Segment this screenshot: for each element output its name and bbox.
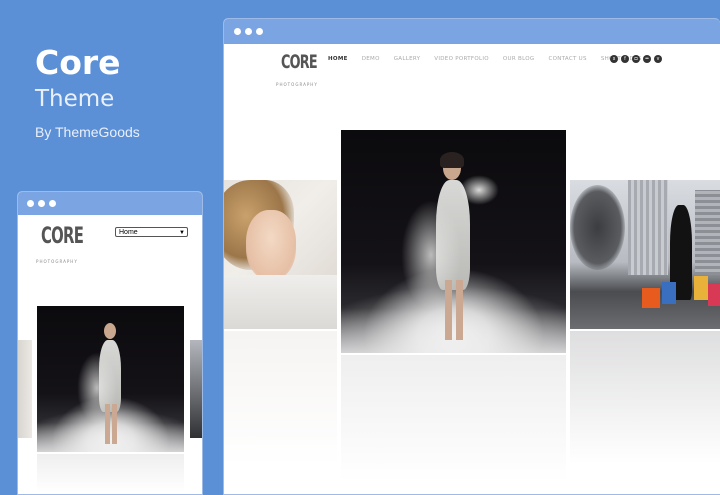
nav-item-home[interactable]: HOME — [328, 56, 348, 62]
window-titlebar — [224, 19, 720, 44]
chevron-down-icon: ▼ — [179, 230, 185, 236]
flickr-icon[interactable]: •• — [643, 55, 651, 63]
logo-tagline: PHOTOGRAPHY — [276, 83, 318, 88]
menu-select-value: Home — [119, 229, 138, 236]
window-dot-icon — [234, 28, 241, 35]
hero: Core Theme By ThemeGoods — [35, 43, 140, 141]
model-hair-shape — [440, 152, 464, 168]
logo-text: CORE — [41, 224, 84, 249]
building-shape — [628, 180, 668, 275]
gallery-photo-left-edge[interactable] — [18, 340, 32, 438]
window-dot-icon — [256, 28, 263, 35]
photo-reflection — [570, 331, 720, 479]
face-shape — [246, 210, 296, 280]
logo-tagline: PHOTOGRAPHY — [36, 260, 78, 265]
photo-reflection — [224, 331, 337, 481]
instagram-icon[interactable]: ◘ — [632, 55, 640, 63]
photo-reflection — [341, 355, 566, 494]
shopping-bag-shape — [662, 282, 676, 304]
nav-item-our-blog[interactable]: OUR BLOG — [503, 56, 535, 62]
gallery-photo-left[interactable] — [224, 180, 337, 329]
nav-item-video-portfolio[interactable]: VIDEO PORTFOLIO — [434, 56, 489, 62]
shopping-bag-shape — [708, 284, 720, 306]
nav-item-demo[interactable]: DEMO — [362, 56, 380, 62]
skype-icon[interactable]: s — [610, 55, 618, 63]
menu-select[interactable]: Home ▼ — [115, 227, 188, 237]
window-dot-icon — [27, 200, 34, 207]
product-byline: By ThemeGoods — [35, 124, 140, 140]
shopping-bag-shape — [642, 288, 660, 308]
facebook-icon[interactable]: f — [621, 55, 629, 63]
gallery-photo-right-edge[interactable] — [190, 340, 202, 438]
gallery-photo-center[interactable] — [37, 306, 184, 452]
social-links: s f ◘ •• v — [610, 55, 662, 63]
legs-shape — [445, 280, 463, 340]
window-dot-icon — [38, 200, 45, 207]
gallery-photo-center[interactable] — [341, 130, 566, 353]
product-title: Core — [35, 43, 121, 82]
logo-text: CORE — [281, 51, 318, 73]
tree-shape — [570, 185, 625, 270]
mobile-preview-window: CORE PHOTOGRAPHY Home ▼ — [17, 191, 203, 495]
nav-item-contact-us[interactable]: CONTACT US — [548, 56, 586, 62]
wing-shape — [459, 175, 499, 205]
vimeo-icon[interactable]: v — [654, 55, 662, 63]
dress-shape — [224, 275, 337, 329]
window-dot-icon — [245, 28, 252, 35]
photo-reflection — [37, 454, 184, 494]
shopping-bag-shape — [694, 276, 708, 300]
legs-shape — [105, 404, 117, 444]
gallery-photo-right[interactable] — [570, 180, 720, 329]
site-logo[interactable]: CORE PHOTOGRAPHY — [276, 51, 318, 90]
building-shape — [695, 190, 720, 275]
product-subtitle: Theme — [35, 86, 115, 112]
nav-item-gallery[interactable]: GALLERY — [394, 56, 421, 62]
window-dot-icon — [49, 200, 56, 207]
model-head-shape — [104, 323, 116, 339]
window-titlebar — [18, 192, 202, 215]
main-nav: HOME DEMO GALLERY VIDEO PORTFOLIO OUR BL… — [328, 56, 642, 62]
site-logo[interactable]: CORE PHOTOGRAPHY — [36, 224, 84, 267]
desktop-preview-window: CORE PHOTOGRAPHY HOME DEMO GALLERY VIDEO… — [223, 18, 720, 495]
